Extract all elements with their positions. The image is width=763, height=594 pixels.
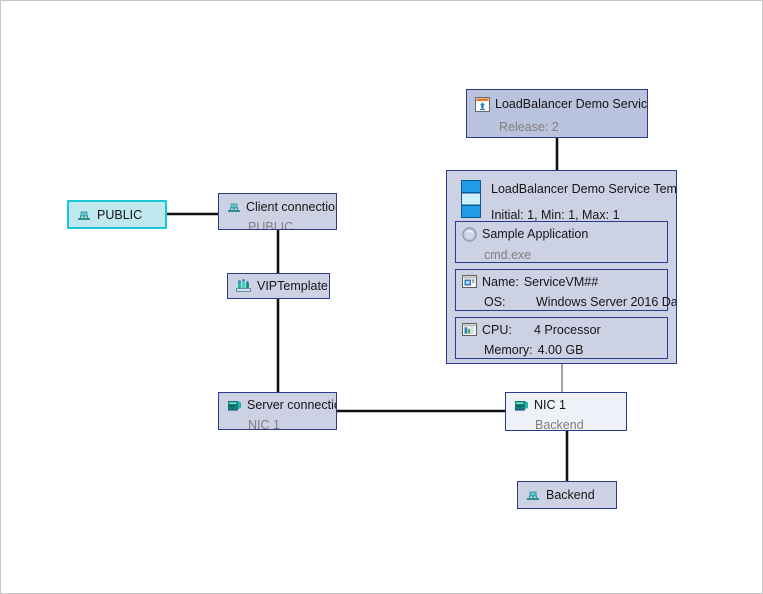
machine-name-value: ServiceVM## (523, 274, 599, 289)
nic-1-subtitle: Backend (535, 418, 584, 431)
node-service-template[interactable]: LoadBalancer Demo Service Templa Initial… (446, 170, 677, 364)
node-nic-1[interactable]: NIC 1 Backend (505, 392, 627, 431)
machine-name-kv: Name: ServiceVM## (482, 276, 598, 289)
network-hub-icon (227, 200, 241, 214)
service-template-machine-section[interactable]: Name: ServiceVM## OS: Windows Server 201… (455, 269, 676, 311)
service-template-application-section[interactable]: Sample Application cmd.exe (455, 221, 668, 263)
application-name-row: Sample Application (462, 227, 661, 242)
hardware-cpu-key: CPU: (482, 322, 512, 337)
node-server-connection[interactable]: Server connection NIC 1 (218, 392, 337, 430)
nic-1-title: NIC 1 (534, 398, 566, 413)
hardware-cpu-row: CPU: 4 Processor (462, 323, 661, 337)
network-hub-icon (526, 488, 540, 502)
service-subtitle: Release: 2 (499, 120, 559, 134)
node-client-connection[interactable]: Client connection PUBLIC (218, 193, 337, 230)
service-template-title: LoadBalancer Demo Service Templa (491, 182, 677, 196)
node-vip-template[interactable]: VIPTemplate (227, 273, 330, 299)
tier-stack-icon (461, 180, 481, 218)
hardware-cpu-value: 4 Processor (534, 322, 601, 337)
vip-template-label: VIPTemplate (257, 279, 328, 293)
diagram-surface[interactable]: PUBLIC Client connection PUBLIC VIPTempl… (1, 1, 762, 593)
node-service[interactable]: LoadBalancer Demo Service Release: 2 (466, 89, 648, 138)
computer-window-icon (462, 275, 477, 289)
network-hub-icon (77, 208, 91, 222)
public-endpoint-label: PUBLIC (97, 207, 143, 222)
machine-os-row: OS: Windows Server 2016 Data... (462, 296, 676, 309)
client-connection-title-row: Client connection (227, 200, 336, 214)
server-connection-subtitle: NIC 1 (248, 418, 280, 430)
machine-name-key: Name: (482, 274, 519, 289)
service-template-counts: Initial: 1, Min: 1, Max: 1 (491, 208, 620, 222)
vip-template-icon (236, 279, 251, 293)
node-backend-endpoint[interactable]: Backend (517, 481, 617, 509)
client-connection-title: Client connection (246, 199, 337, 214)
service-title: LoadBalancer Demo Service (495, 97, 648, 112)
hardware-memory-kv: Memory: 4.00 GB (484, 344, 584, 357)
service-template-hardware-section[interactable]: CPU: 4 Processor Memory: 4.00 GB (455, 317, 668, 359)
application-executable: cmd.exe (484, 248, 532, 262)
diagram-canvas-frame: PUBLIC Client connection PUBLIC VIPTempl… (0, 0, 763, 594)
machine-name-row: Name: ServiceVM## (462, 275, 661, 289)
service-title-row: LoadBalancer Demo Service (475, 97, 647, 112)
machine-os-kv: OS: Windows Server 2016 Data... (484, 295, 676, 309)
server-connection-title: Server connection (247, 398, 336, 413)
hardware-memory-key: Memory: (484, 343, 533, 357)
hardware-window-icon (462, 323, 477, 337)
service-window-icon (475, 97, 490, 112)
application-sphere-icon (462, 227, 477, 242)
nic-card-icon (227, 399, 242, 412)
service-template-header: LoadBalancer Demo Service Templa Initial… (447, 171, 677, 222)
hardware-memory-row: Memory: 4.00 GB (462, 344, 661, 357)
nic-card-icon (514, 399, 529, 412)
client-connection-subtitle: PUBLIC (248, 220, 294, 230)
hardware-cpu-kv: CPU: 4 Processor (482, 324, 601, 337)
hardware-memory-value: 4.00 GB (537, 343, 584, 357)
node-public-endpoint[interactable]: PUBLIC (67, 200, 167, 229)
application-name: Sample Application (482, 227, 589, 242)
server-connection-title-row: Server connection (227, 399, 336, 412)
backend-endpoint-label: Backend (546, 488, 595, 502)
application-executable-row: cmd.exe (462, 249, 661, 262)
machine-os-value: Windows Server 2016 Data... (536, 295, 676, 309)
nic-1-title-row: NIC 1 (514, 399, 618, 412)
machine-os-key: OS: (484, 295, 506, 309)
